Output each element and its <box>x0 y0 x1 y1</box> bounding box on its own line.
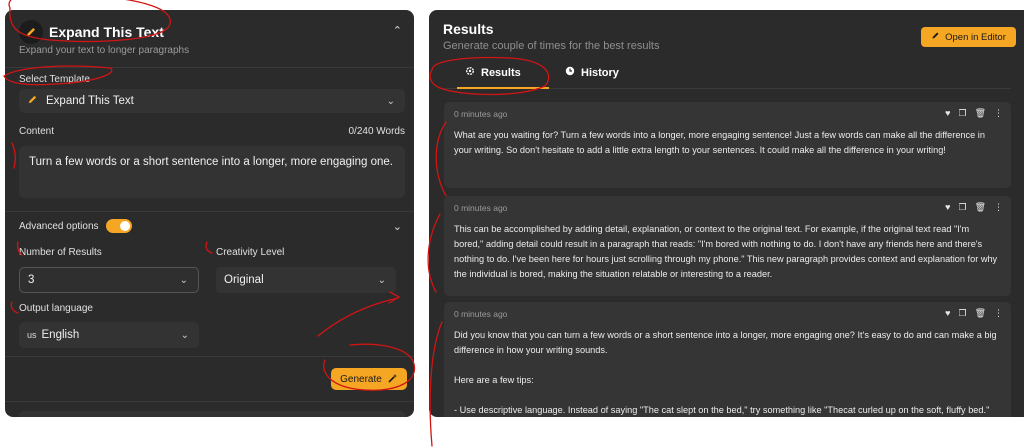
copy-icon[interactable]: ❐ <box>958 108 966 119</box>
content-textarea[interactable]: Turn a few words or a short sentence int… <box>19 146 405 198</box>
results-title: Results <box>443 21 494 37</box>
results-subtitle: Generate couple of times for the best re… <box>443 40 660 52</box>
more-vertical-icon[interactable]: ⋮ <box>994 202 1003 213</box>
results-tabs: Results History <box>443 62 1011 89</box>
tool-subtitle: Expand your text to longer paragraphs <box>19 45 190 56</box>
divider <box>5 67 414 68</box>
result-text: Did you know that you can turn a few wor… <box>454 328 999 417</box>
toggle-knob <box>120 221 130 231</box>
results-count-label: Number of Results <box>19 247 102 258</box>
result-paragraph: - Use descriptive language. Instead of s… <box>454 405 990 415</box>
result-actions: ♥ ❐ 🗑 ⋮ <box>945 108 1003 119</box>
result-time: 0 minutes ago <box>454 309 508 319</box>
magic-wand-icon <box>388 373 398 386</box>
template-select[interactable]: Expand This Text ⌄ <box>19 89 405 113</box>
advanced-options-label: Advanced options <box>19 221 99 232</box>
chevron-up-icon[interactable]: ⌃ <box>393 24 402 37</box>
tab-results[interactable]: Results <box>465 66 521 79</box>
open-in-editor-button[interactable]: Open in Editor <box>921 27 1016 47</box>
tool-header: Expand This Text <box>19 20 164 44</box>
result-paragraph: Did you know that you can turn a few wor… <box>454 330 997 355</box>
creativity-label: Creativity Level <box>216 247 285 258</box>
chevron-down-icon: ⌄ <box>180 329 189 341</box>
active-tab-indicator <box>457 87 549 89</box>
language-value: English <box>41 329 80 341</box>
result-actions: ♥ ❐ 🗑 ⋮ <box>945 308 1003 319</box>
heart-icon[interactable]: ♥ <box>945 108 950 119</box>
results-count-select[interactable]: 3 ⌄ <box>19 267 199 293</box>
result-paragraph: Here are a few tips: <box>454 375 534 385</box>
result-time: 0 minutes ago <box>454 109 508 119</box>
divider <box>5 211 414 212</box>
tab-history[interactable]: History <box>565 66 619 79</box>
result-card: 0 minutes ago ♥ ❐ 🗑 ⋮ Did you know that … <box>444 302 1011 417</box>
history-clock-icon <box>565 66 575 79</box>
result-card: 0 minutes ago ♥ ❐ 🗑 ⋮ This can be accomp… <box>444 196 1011 296</box>
more-vertical-icon[interactable]: ⋮ <box>994 308 1003 319</box>
content-label: Content <box>19 126 55 137</box>
tool-title: Expand This Text <box>49 24 164 40</box>
open-in-editor-label: Open in Editor <box>945 31 1006 43</box>
creativity-select[interactable]: Original ⌄ <box>216 267 396 293</box>
copy-icon[interactable]: ❐ <box>958 202 966 213</box>
flag-icon: us <box>27 330 37 340</box>
result-time: 0 minutes ago <box>454 203 508 213</box>
word-count: 0/240 Words <box>348 126 405 137</box>
gear-icon <box>465 66 475 79</box>
results-count-value: 3 <box>28 274 35 286</box>
left-panel: Expand This Text Expand your text to lon… <box>5 10 414 417</box>
pencil-icon <box>931 31 940 43</box>
advanced-options-toggle[interactable] <box>106 219 132 233</box>
copy-icon[interactable]: ❐ <box>958 308 966 319</box>
heart-icon[interactable]: ♥ <box>945 308 950 319</box>
chevron-down-icon: ⌄ <box>179 274 188 286</box>
bottom-strip <box>19 411 405 417</box>
divider <box>5 356 414 357</box>
result-actions: ♥ ❐ 🗑 ⋮ <box>945 202 1003 213</box>
result-text: What are you waiting for? Turn a few wor… <box>454 130 985 155</box>
pencil-icon <box>19 20 43 44</box>
divider <box>5 401 414 402</box>
tab-results-label: Results <box>481 66 521 79</box>
results-panel: Results Generate couple of times for the… <box>429 10 1024 417</box>
template-value: Expand This Text <box>46 95 134 107</box>
generate-button[interactable]: Generate <box>331 368 407 390</box>
chevron-down-icon[interactable]: ⌄ <box>393 220 402 233</box>
pencil-icon <box>27 94 38 108</box>
template-label: Select Template <box>19 74 90 85</box>
result-card: 0 minutes ago ♥ ❐ 🗑 ⋮ What are you waiti… <box>444 102 1011 188</box>
generate-label: Generate <box>340 373 382 385</box>
creativity-value: Original <box>224 274 264 286</box>
language-select[interactable]: us English ⌄ <box>19 322 199 348</box>
tab-history-label: History <box>581 66 619 79</box>
chevron-down-icon: ⌄ <box>386 95 395 107</box>
language-label: Output language <box>19 303 93 314</box>
heart-icon[interactable]: ♥ <box>945 202 950 213</box>
trash-icon[interactable]: 🗑 <box>975 202 986 213</box>
chevron-down-icon: ⌄ <box>377 274 386 286</box>
more-vertical-icon[interactable]: ⋮ <box>994 108 1003 119</box>
trash-icon[interactable]: 🗑 <box>975 308 986 319</box>
result-text: This can be accomplished by adding detai… <box>454 224 998 279</box>
trash-icon[interactable]: 🗑 <box>975 108 986 119</box>
